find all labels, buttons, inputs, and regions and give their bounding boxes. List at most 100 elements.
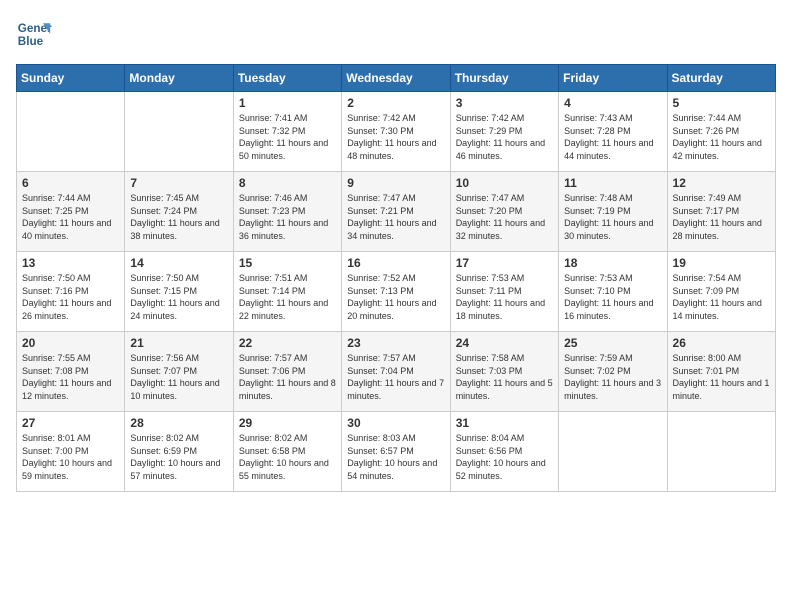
day-info: Sunrise: 8:04 AM Sunset: 6:56 PM Dayligh… <box>456 432 553 482</box>
day-cell: 12 Sunrise: 7:49 AM Sunset: 7:17 PM Dayli… <box>667 172 775 252</box>
day-cell: 19Sunrise: 7:54 AM Sunset: 7:09 PM Dayli… <box>667 252 775 332</box>
column-header-sunday: Sunday <box>17 65 125 92</box>
day-info: Sunrise: 7:59 AM Sunset: 7:02 PM Dayligh… <box>564 352 661 402</box>
day-info: Sunrise: 7:45 AM Sunset: 7:24 PM Dayligh… <box>130 192 227 242</box>
day-number: 21 <box>130 336 227 350</box>
day-number: 17 <box>456 256 553 270</box>
day-info: Sunrise: 7:43 AM Sunset: 7:28 PM Dayligh… <box>564 112 661 162</box>
day-cell: 4 Sunrise: 7:43 AM Sunset: 7:28 PM Daylig… <box>559 92 667 172</box>
day-number: 31 <box>456 416 553 430</box>
day-number: 15 <box>239 256 336 270</box>
page-header: General Blue <box>16 16 776 52</box>
day-number: 13 <box>22 256 119 270</box>
day-cell: 26Sunrise: 8:00 AM Sunset: 7:01 PM Dayli… <box>667 332 775 412</box>
day-number: 16 <box>347 256 444 270</box>
day-info: Sunrise: 7:47 AM Sunset: 7:20 PM Dayligh… <box>456 192 553 242</box>
day-cell: 7 Sunrise: 7:45 AM Sunset: 7:24 PM Daylig… <box>125 172 233 252</box>
day-info: Sunrise: 7:48 AM Sunset: 7:19 PM Dayligh… <box>564 192 661 242</box>
day-cell: 28 Sunrise: 8:02 AM Sunset: 6:59 PM Dayli… <box>125 412 233 492</box>
day-number: 7 <box>130 176 227 190</box>
day-number: 5 <box>673 96 770 110</box>
day-number: 8 <box>239 176 336 190</box>
day-number: 26 <box>673 336 770 350</box>
day-cell: 3 Sunrise: 7:42 AM Sunset: 7:29 PM Daylig… <box>450 92 558 172</box>
calendar-table: SundayMondayTuesdayWednesdayThursdayFrid… <box>16 64 776 492</box>
day-info: Sunrise: 7:57 AM Sunset: 7:06 PM Dayligh… <box>239 352 336 402</box>
column-header-saturday: Saturday <box>667 65 775 92</box>
day-cell: 1Sunrise: 7:41 AM Sunset: 7:32 PM Daylig… <box>233 92 341 172</box>
day-cell: 30Sunrise: 8:03 AM Sunset: 6:57 PM Dayli… <box>342 412 450 492</box>
day-info: Sunrise: 7:51 AM Sunset: 7:14 PM Dayligh… <box>239 272 336 322</box>
day-number: 23 <box>347 336 444 350</box>
day-cell: 31 Sunrise: 8:04 AM Sunset: 6:56 PM Dayli… <box>450 412 558 492</box>
day-cell: 23 Sunrise: 7:57 AM Sunset: 7:04 PM Dayli… <box>342 332 450 412</box>
day-number: 27 <box>22 416 119 430</box>
day-cell: 21 Sunrise: 7:56 AM Sunset: 7:07 PM Dayli… <box>125 332 233 412</box>
day-number: 18 <box>564 256 661 270</box>
week-row-3: 13 Sunrise: 7:50 AM Sunset: 7:16 PM Dayli… <box>17 252 776 332</box>
day-cell: 18 Sunrise: 7:53 AM Sunset: 7:10 PM Dayli… <box>559 252 667 332</box>
column-header-thursday: Thursday <box>450 65 558 92</box>
day-info: Sunrise: 7:53 AM Sunset: 7:11 PM Dayligh… <box>456 272 553 322</box>
day-info: Sunrise: 8:01 AM Sunset: 7:00 PM Dayligh… <box>22 432 119 482</box>
day-cell: 24 Sunrise: 7:58 AM Sunset: 7:03 PM Dayli… <box>450 332 558 412</box>
column-header-friday: Friday <box>559 65 667 92</box>
day-info: Sunrise: 7:42 AM Sunset: 7:29 PM Dayligh… <box>456 112 553 162</box>
day-number: 10 <box>456 176 553 190</box>
day-cell: 9 Sunrise: 7:47 AM Sunset: 7:21 PM Daylig… <box>342 172 450 252</box>
day-info: Sunrise: 7:49 AM Sunset: 7:17 PM Dayligh… <box>673 192 770 242</box>
day-number: 9 <box>347 176 444 190</box>
svg-text:Blue: Blue <box>18 35 44 48</box>
day-info: Sunrise: 7:50 AM Sunset: 7:16 PM Dayligh… <box>22 272 119 322</box>
day-cell: 13 Sunrise: 7:50 AM Sunset: 7:16 PM Dayli… <box>17 252 125 332</box>
day-number: 28 <box>130 416 227 430</box>
day-number: 4 <box>564 96 661 110</box>
day-info: Sunrise: 7:57 AM Sunset: 7:04 PM Dayligh… <box>347 352 444 402</box>
day-number: 12 <box>673 176 770 190</box>
day-number: 14 <box>130 256 227 270</box>
day-cell: 15 Sunrise: 7:51 AM Sunset: 7:14 PM Dayli… <box>233 252 341 332</box>
day-number: 11 <box>564 176 661 190</box>
day-cell: 27 Sunrise: 8:01 AM Sunset: 7:00 PM Dayli… <box>17 412 125 492</box>
week-row-5: 27 Sunrise: 8:01 AM Sunset: 7:00 PM Dayli… <box>17 412 776 492</box>
day-number: 25 <box>564 336 661 350</box>
day-cell: 10 Sunrise: 7:47 AM Sunset: 7:20 PM Dayli… <box>450 172 558 252</box>
day-cell: 11 Sunrise: 7:48 AM Sunset: 7:19 PM Dayli… <box>559 172 667 252</box>
day-info: Sunrise: 7:44 AM Sunset: 7:26 PM Dayligh… <box>673 112 770 162</box>
day-cell: 16Sunrise: 7:52 AM Sunset: 7:13 PM Dayli… <box>342 252 450 332</box>
day-cell <box>559 412 667 492</box>
logo-icon: General Blue <box>16 16 52 52</box>
column-header-tuesday: Tuesday <box>233 65 341 92</box>
day-info: Sunrise: 7:50 AM Sunset: 7:15 PM Dayligh… <box>130 272 227 322</box>
day-number: 29 <box>239 416 336 430</box>
calendar-header-row: SundayMondayTuesdayWednesdayThursdayFrid… <box>17 65 776 92</box>
column-header-monday: Monday <box>125 65 233 92</box>
week-row-1: 1Sunrise: 7:41 AM Sunset: 7:32 PM Daylig… <box>17 92 776 172</box>
day-cell: 29 Sunrise: 8:02 AM Sunset: 6:58 PM Dayli… <box>233 412 341 492</box>
day-info: Sunrise: 7:55 AM Sunset: 7:08 PM Dayligh… <box>22 352 119 402</box>
day-cell: 25 Sunrise: 7:59 AM Sunset: 7:02 PM Dayli… <box>559 332 667 412</box>
day-cell <box>125 92 233 172</box>
day-info: Sunrise: 8:02 AM Sunset: 6:58 PM Dayligh… <box>239 432 336 482</box>
day-info: Sunrise: 7:41 AM Sunset: 7:32 PM Dayligh… <box>239 112 336 162</box>
day-number: 24 <box>456 336 553 350</box>
day-cell <box>667 412 775 492</box>
day-info: Sunrise: 7:47 AM Sunset: 7:21 PM Dayligh… <box>347 192 444 242</box>
day-cell <box>17 92 125 172</box>
day-info: Sunrise: 7:46 AM Sunset: 7:23 PM Dayligh… <box>239 192 336 242</box>
week-row-4: 20 Sunrise: 7:55 AM Sunset: 7:08 PM Dayli… <box>17 332 776 412</box>
day-cell: 22Sunrise: 7:57 AM Sunset: 7:06 PM Dayli… <box>233 332 341 412</box>
day-number: 19 <box>673 256 770 270</box>
day-info: Sunrise: 7:58 AM Sunset: 7:03 PM Dayligh… <box>456 352 553 402</box>
day-cell: 5 Sunrise: 7:44 AM Sunset: 7:26 PM Daylig… <box>667 92 775 172</box>
day-info: Sunrise: 7:56 AM Sunset: 7:07 PM Dayligh… <box>130 352 227 402</box>
day-number: 3 <box>456 96 553 110</box>
week-row-2: 6Sunrise: 7:44 AM Sunset: 7:25 PM Daylig… <box>17 172 776 252</box>
day-cell: 8 Sunrise: 7:46 AM Sunset: 7:23 PM Daylig… <box>233 172 341 252</box>
day-cell: 20 Sunrise: 7:55 AM Sunset: 7:08 PM Dayli… <box>17 332 125 412</box>
day-info: Sunrise: 7:42 AM Sunset: 7:30 PM Dayligh… <box>347 112 444 162</box>
day-info: Sunrise: 8:02 AM Sunset: 6:59 PM Dayligh… <box>130 432 227 482</box>
day-info: Sunrise: 7:53 AM Sunset: 7:10 PM Dayligh… <box>564 272 661 322</box>
day-number: 20 <box>22 336 119 350</box>
day-number: 6 <box>22 176 119 190</box>
